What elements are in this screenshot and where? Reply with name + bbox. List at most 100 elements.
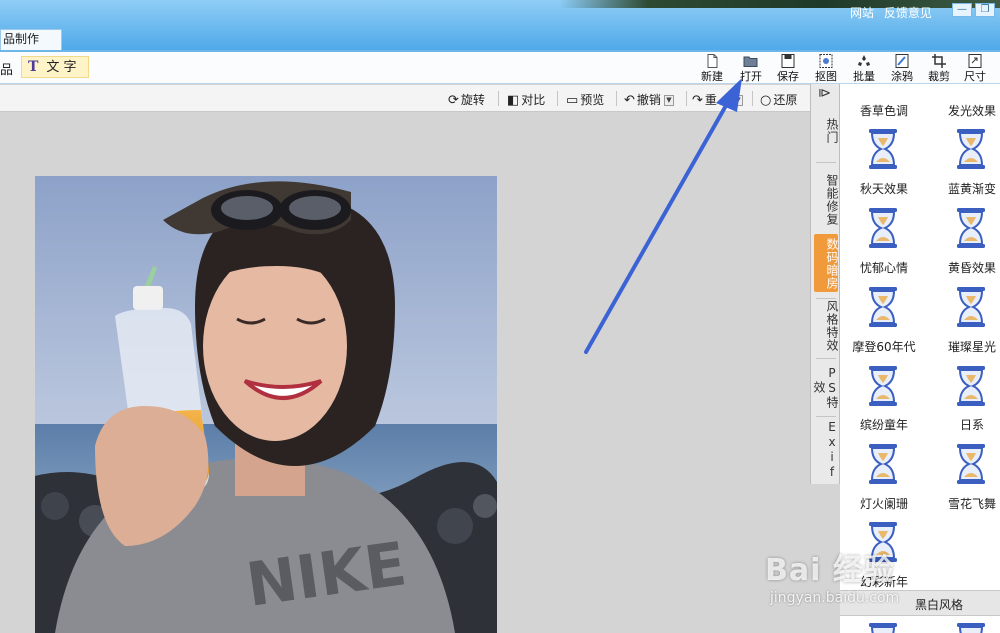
hourglass-icon[interactable] — [956, 622, 986, 633]
edit-toolbar: ⟳ 旋转 ◧ 对比 ▭ 预览 ↶ 撤销 ▼ ↷ 重 ▼ ○ 还原 — [0, 85, 810, 112]
new-label: 新建 — [701, 70, 723, 83]
section-label: 黑白风格 — [915, 598, 964, 612]
minimize-button[interactable]: — — [952, 3, 972, 17]
hourglass-icon[interactable] — [868, 622, 898, 633]
tab-ps-effects[interactable]: PS特效 — [812, 362, 839, 412]
undo-button[interactable]: ↶ 撤销 ▼ — [624, 91, 674, 108]
watermark-url: jingyan.baidu.com — [770, 590, 900, 606]
crop-label: 裁剪 — [928, 70, 950, 83]
website-link[interactable]: 网站 — [850, 6, 874, 20]
preview-label: 预览 — [580, 93, 605, 107]
effect-label[interactable]: 忧郁心情 — [844, 259, 924, 276]
resize-label: 尺寸 — [964, 70, 986, 83]
doodle-button[interactable]: 涂鸦 — [886, 54, 918, 84]
batch-button[interactable]: 批量 — [848, 54, 880, 84]
cutout-label: 抠图 — [815, 70, 837, 83]
effect-label[interactable]: 日系 — [932, 416, 1000, 433]
restore-icon: ○ — [760, 93, 772, 108]
tab-hot[interactable]: 热门 — [814, 108, 839, 154]
hourglass-icon[interactable] — [956, 365, 986, 407]
compare-icon: ◧ — [507, 93, 520, 108]
floppy-disk-icon — [781, 54, 795, 68]
effect-label[interactable]: 雪花飞舞 — [932, 495, 1000, 512]
toolbar-divider — [686, 91, 687, 106]
resize-button[interactable]: 尺寸 — [959, 54, 991, 84]
toolbar-divider — [752, 91, 753, 106]
redo-button[interactable]: ↷ 重 ▼ — [692, 91, 743, 108]
tab-divider — [816, 162, 836, 163]
toolbar-partial-label: 品 — [0, 63, 14, 78]
compare-label: 对比 — [521, 93, 546, 107]
main-toolbar: 品 T 文 字 新建 打开 保存 抠图 批量 涂鸦 裁剪 尺寸 — [0, 50, 1000, 84]
undo-label: 撤销 — [636, 93, 661, 107]
hourglass-icon[interactable] — [956, 443, 986, 485]
new-file-icon — [707, 54, 718, 68]
effect-label[interactable]: 摩登60年代 — [844, 338, 924, 355]
effects-category-tabs: ⧐ 热门 智能修复 数码暗房 风格特效 PS特效 Exif — [810, 84, 840, 484]
preview-button[interactable]: ▭ 预览 — [566, 91, 604, 108]
resize-icon — [968, 54, 982, 68]
feedback-link[interactable]: 反馈意见 — [884, 6, 932, 20]
tab-product-making[interactable]: 品制作 — [0, 29, 62, 50]
hourglass-icon[interactable] — [868, 128, 898, 170]
collapse-panel-icon[interactable]: ⧐ — [818, 86, 831, 101]
effect-label[interactable]: 香草色调 — [844, 102, 924, 119]
batch-label: 批量 — [853, 70, 875, 83]
text-tool-label: 文 字 — [46, 60, 77, 75]
toolbar-divider — [498, 91, 499, 106]
compare-button[interactable]: ◧ 对比 — [507, 91, 545, 108]
hourglass-icon[interactable] — [868, 207, 898, 249]
redo-icon: ↷ — [692, 93, 703, 108]
tab-smart-repair[interactable]: 智能修复 — [814, 170, 839, 230]
undo-icon: ↶ — [624, 93, 635, 108]
effect-label[interactable]: 发光效果 — [932, 102, 1000, 119]
tab-style-effects[interactable]: 风格特效 — [814, 298, 839, 354]
hourglass-icon[interactable] — [868, 443, 898, 485]
tab-divider — [816, 416, 836, 417]
save-label: 保存 — [777, 70, 799, 83]
tab-divider — [816, 358, 836, 359]
effect-label[interactable]: 缤纷童年 — [844, 416, 924, 433]
redo-label: 重 — [704, 93, 717, 107]
undo-dropdown-icon[interactable]: ▼ — [663, 95, 674, 106]
crop-icon — [932, 54, 946, 68]
restore-original-button[interactable]: ○ 还原 — [760, 91, 797, 108]
hourglass-icon[interactable] — [956, 286, 986, 328]
hourglass-icon[interactable] — [868, 365, 898, 407]
effect-label[interactable]: 黄昏效果 — [932, 259, 1000, 276]
tab-digital-darkroom[interactable]: 数码暗房 — [814, 234, 839, 292]
preview-icon: ▭ — [566, 93, 579, 108]
effect-label[interactable]: 蓝黄渐变 — [932, 180, 1000, 197]
photo-preview[interactable]: NIKE — [35, 176, 497, 633]
batch-icon — [858, 55, 870, 66]
toolbar-divider — [557, 91, 558, 106]
hourglass-icon[interactable] — [956, 128, 986, 170]
tab-exif[interactable]: Exif — [814, 420, 839, 480]
effect-label[interactable]: 璀璨星光 — [932, 338, 1000, 355]
cutout-button[interactable]: 抠图 — [810, 54, 842, 84]
open-button[interactable]: 打开 — [735, 54, 767, 84]
redo-dropdown-icon[interactable]: ▼ — [732, 95, 743, 106]
title-bar: 网站 反馈意见 — ❐ 品制作 — [0, 0, 1000, 50]
baidu-watermark-logo: Bai 经验 — [765, 553, 895, 588]
folder-open-icon — [743, 56, 758, 67]
new-button[interactable]: 新建 — [696, 54, 728, 84]
rotate-button[interactable]: ⟳ 旋转 — [448, 91, 485, 108]
effect-label[interactable]: 秋天效果 — [844, 180, 924, 197]
doodle-label: 涂鸦 — [891, 70, 913, 83]
hourglass-icon[interactable] — [956, 207, 986, 249]
hourglass-icon[interactable] — [868, 286, 898, 328]
rotate-icon: ⟳ — [448, 93, 459, 108]
text-tool-button[interactable]: T文 字 — [21, 56, 89, 78]
doodle-icon — [895, 54, 909, 68]
portrait-photo: NIKE — [35, 176, 497, 633]
crop-button[interactable]: 裁剪 — [923, 54, 955, 84]
effect-label[interactable]: 灯火阑珊 — [844, 495, 924, 512]
toolbar-divider — [616, 91, 617, 106]
save-button[interactable]: 保存 — [772, 54, 804, 84]
text-icon: T — [28, 59, 39, 75]
restore-button[interactable]: ❐ — [975, 3, 995, 17]
restore-label: 还原 — [773, 93, 798, 107]
title-bar-links: 网站 反馈意见 — [850, 4, 938, 21]
cutout-icon — [819, 54, 833, 68]
